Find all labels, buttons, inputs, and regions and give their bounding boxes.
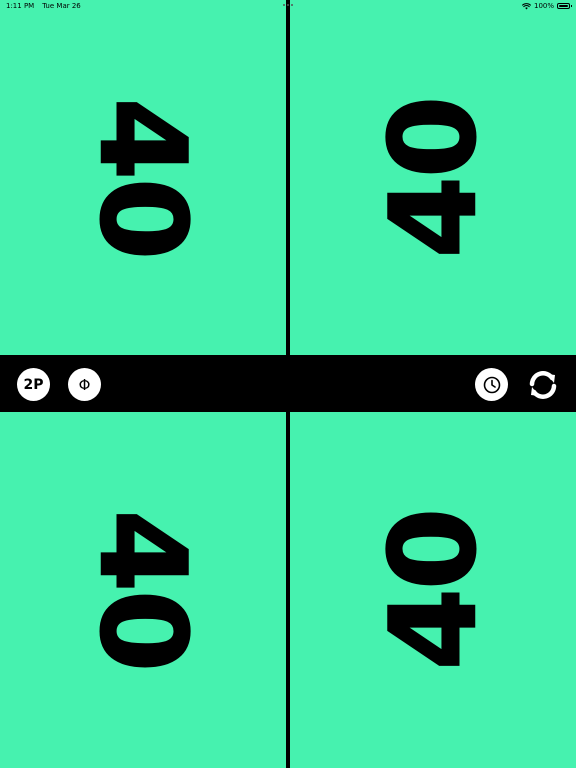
clock-icon <box>483 376 500 393</box>
life-total[interactable]: 40 <box>363 509 503 671</box>
battery-icon <box>557 3 572 9</box>
phi-button[interactable]: Φ <box>68 368 101 401</box>
battery-percent: 100% <box>533 2 554 10</box>
two-player-button[interactable]: 2P <box>17 368 50 401</box>
life-total[interactable]: 40 <box>73 96 213 258</box>
status-date: Tue Mar 26 <box>42 2 81 10</box>
player-panel-top-left[interactable]: 40 <box>0 0 286 355</box>
life-total[interactable]: 40 <box>363 96 503 258</box>
player-panel-bottom-left[interactable]: 40 <box>0 412 286 768</box>
life-counter-screen: 1:11 PM Tue Mar 26 100% 40 40 2P Φ 40 40 <box>0 0 576 768</box>
reset-button[interactable] <box>524 366 561 403</box>
life-total[interactable]: 40 <box>73 509 213 671</box>
refresh-icon <box>529 370 556 399</box>
player-panel-top-right[interactable]: 40 <box>290 0 576 355</box>
wifi-icon <box>521 2 531 9</box>
status-right: 100% <box>521 2 572 10</box>
status-left: 1:11 PM Tue Mar 26 <box>6 2 81 10</box>
status-time: 1:11 PM <box>6 2 35 10</box>
center-toolbar: 2P Φ <box>0 355 576 412</box>
player-panel-bottom-right[interactable]: 40 <box>290 412 576 768</box>
clock-button[interactable] <box>475 368 508 401</box>
multitasking-grabber-icon[interactable] <box>283 4 293 7</box>
